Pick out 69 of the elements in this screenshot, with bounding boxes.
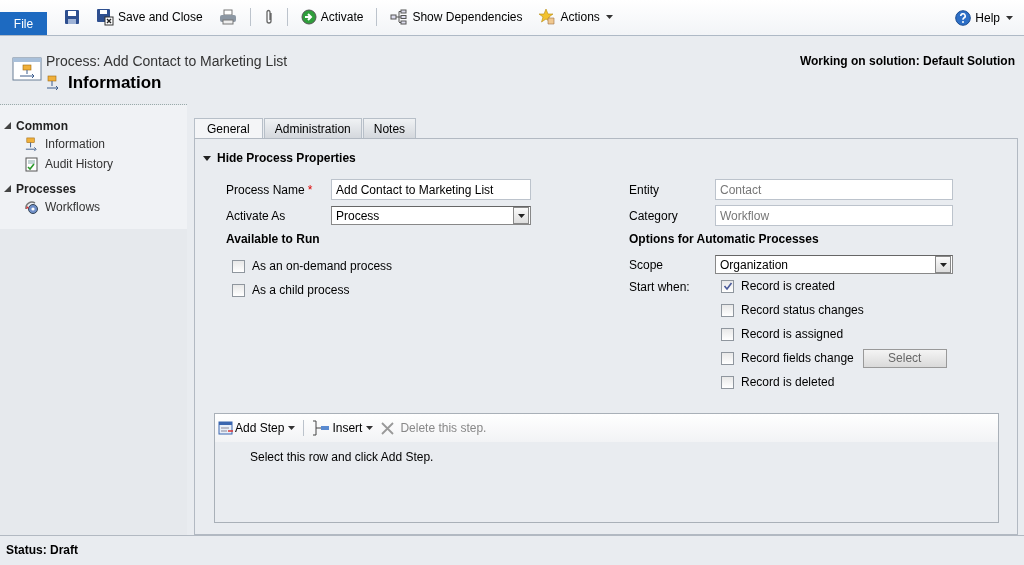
section-toggle[interactable]: Hide Process Properties (203, 151, 356, 165)
tab[interactable]: Administration (263, 118, 362, 138)
caret-icon (288, 426, 296, 430)
nav-item[interactable]: Audit History (4, 154, 114, 174)
field-label: Scope (629, 257, 665, 272)
field-label: Start when: (629, 280, 691, 296)
activate-button[interactable]: Activate (297, 5, 367, 28)
nav-item[interactable]: Workflows (4, 197, 101, 217)
checkbox-label: Record is assigned (741, 327, 844, 341)
checkbox-label: As a child process (252, 283, 350, 297)
process-name-field[interactable]: Add Contact to Marketing List (331, 179, 531, 200)
paperclip-icon (263, 8, 274, 25)
arrow-circle-icon (300, 8, 317, 25)
close-icon (381, 421, 395, 435)
checkbox-label: Record status changes (741, 303, 864, 317)
field-label: Entity (629, 182, 660, 197)
tab[interactable]: General (194, 118, 263, 138)
actions-menu-button[interactable]: Actions (535, 5, 616, 28)
required-asterisk: * (307, 182, 313, 197)
nav-group-title: Common (16, 118, 68, 133)
subsection-heading: Options for Automatic Processes (629, 232, 820, 246)
record-title: Process: Add Contact to Marketing List (46, 53, 288, 69)
caret-icon (517, 213, 525, 218)
checkbox[interactable] (232, 283, 245, 297)
caret-icon (939, 262, 947, 267)
field-label: Process Name * (226, 182, 314, 197)
flowchart-icon (24, 136, 39, 152)
checkbox[interactable] (721, 303, 734, 317)
activate-as-dropdown[interactable]: Process (331, 206, 531, 225)
hierarchy-icon (390, 8, 409, 25)
checkbox[interactable] (721, 279, 734, 293)
printer-icon (218, 8, 237, 25)
insert-bracket-icon (312, 420, 331, 436)
nav-group-title: Processes (16, 181, 77, 196)
status-bar: Status: Draft (0, 535, 1024, 565)
add-step-button[interactable]: Add Step (218, 421, 296, 435)
subsection-heading: Available to Run (226, 232, 321, 246)
checkbox-label: As an on-demand process (252, 259, 393, 273)
checkbox-label: Record is deleted (741, 375, 835, 389)
dependencies-button[interactable]: Show Dependencies (387, 5, 526, 28)
checkbox[interactable] (721, 375, 734, 389)
checkbox-label: Record is created (741, 279, 836, 293)
file-tab[interactable]: File (0, 12, 47, 35)
checkbox[interactable] (721, 327, 734, 341)
step-hint-text: Select this row and click Add Step. (249, 449, 435, 464)
form-add-icon (218, 421, 233, 435)
field-label: Activate As (226, 208, 287, 223)
form-title: Information (68, 73, 162, 93)
caret-icon (366, 426, 374, 430)
question-mark-circle-icon (955, 9, 972, 26)
field-label: Category (629, 208, 679, 223)
checkbox[interactable] (232, 259, 245, 273)
expanded-triangle-icon[interactable] (4, 122, 11, 129)
insert-button[interactable]: Insert (312, 420, 374, 436)
process-window-icon (12, 56, 42, 84)
select-button[interactable]: Select (862, 348, 947, 368)
document-check-icon (24, 156, 39, 172)
flowchart-icon (46, 75, 60, 91)
nav-item[interactable]: Information (4, 134, 106, 154)
help-menu-button[interactable]: Help (952, 6, 1016, 29)
checkbox[interactable] (721, 351, 734, 365)
floppy-disk-close-icon (96, 7, 114, 26)
tab[interactable]: Notes (362, 118, 417, 138)
expanded-triangle-icon[interactable] (4, 185, 11, 192)
solution-label: Working on solution: Default Solution (799, 54, 1015, 69)
scope-dropdown[interactable]: Organization (715, 255, 953, 274)
checkbox-label: Record fields change (741, 351, 854, 365)
down-triangle-icon (203, 155, 211, 161)
save-close-button[interactable]: Save and Close (93, 5, 206, 28)
